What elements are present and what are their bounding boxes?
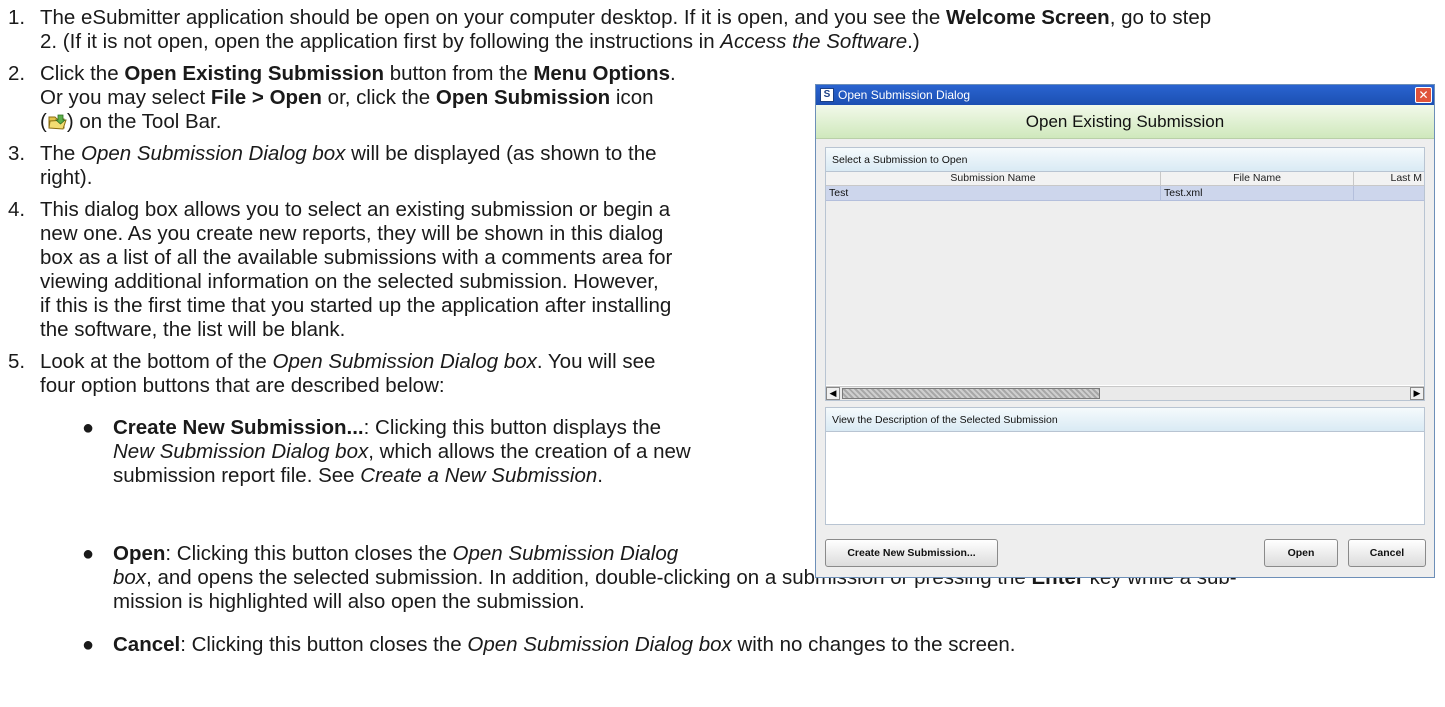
list-empty-area: [826, 201, 1424, 385]
text: 2. (If it is not open, open the applicat…: [40, 30, 721, 53]
emphasis-new-dialog: New Submission Dialog box: [113, 440, 369, 463]
text: submission report file. See: [113, 464, 361, 487]
table-row[interactable]: Test Test.xml: [826, 186, 1424, 201]
text: : Clicking this button closes the: [165, 542, 453, 565]
cell-submission-name: Test: [826, 186, 1161, 201]
step-number: 2.: [8, 62, 26, 85]
emphasis-dialog-box: Open Submission Dialog box: [272, 350, 537, 373]
text: icon: [610, 86, 654, 109]
cancel-button[interactable]: Cancel: [1348, 539, 1426, 567]
text: : Clicking this button closes the: [180, 633, 468, 656]
description-panel: View the Description of the Selected Sub…: [825, 407, 1425, 525]
dialog-title-bar: S Open Submission Dialog ✕: [816, 85, 1434, 105]
text: The: [40, 142, 82, 165]
emphasis-box: box: [113, 566, 147, 589]
text: The eSubmitter application should be ope…: [40, 6, 946, 29]
emphasis-welcome-screen: Welcome Screen: [945, 6, 1110, 29]
emphasis-menu-options: Menu Options: [533, 62, 670, 85]
table-header: Submission Name File Name Last M: [826, 172, 1424, 186]
step-number: 5.: [8, 350, 26, 373]
column-header-last-modified[interactable]: Last M: [1354, 172, 1424, 186]
emphasis-dialog-box: Open Submission Dialog: [452, 542, 679, 565]
dialog-header: Open Existing Submission: [816, 105, 1434, 139]
bullet-3-line-1: Cancel: Clicking this button closes the …: [113, 633, 1016, 657]
description-panel-title: View the Description of the Selected Sub…: [826, 408, 1424, 432]
cell-file-name: Test.xml: [1161, 186, 1354, 201]
column-header-file-name[interactable]: File Name: [1161, 172, 1354, 186]
open-submission-dialog: S Open Submission Dialog ✕ Open Existing…: [815, 84, 1435, 578]
emphasis-create-new: Create New Submission...: [113, 416, 364, 439]
horizontal-scrollbar[interactable]: ◀ ▶: [826, 386, 1424, 400]
step-3-line-2: right).: [40, 166, 93, 189]
emphasis-dialog-box: Open Submission Dialog box: [81, 142, 346, 165]
emphasis-dialog-box: Open Submission Dialog box: [467, 633, 732, 656]
text: button from the: [384, 62, 534, 85]
link-create-new-submission: Create a New Submission: [360, 464, 598, 487]
step-2-line-2: Or you may select File > Open or, click …: [40, 86, 654, 110]
text: : Clicking this button displays the: [363, 416, 662, 439]
text: .): [907, 30, 920, 53]
open-button[interactable]: Open: [1264, 539, 1338, 567]
description-text-area[interactable]: [826, 432, 1424, 524]
text: will be displayed (as shown to the: [345, 142, 657, 165]
bullet-1-line-1: Create New Submission...: Clicking this …: [113, 416, 661, 440]
app-icon: S: [820, 88, 834, 102]
text: ) on the Tool Bar.: [66, 110, 222, 133]
text: .: [597, 464, 603, 487]
cell-last-modified: [1354, 186, 1424, 201]
emphasis-open-existing-submission: Open Existing Submission: [124, 62, 385, 85]
step-5-line-1: Look at the bottom of the Open Submissio…: [40, 350, 655, 374]
step-4-line: box as a list of all the available submi…: [40, 246, 673, 269]
text: or, click the: [321, 86, 436, 109]
step-number: 1.: [8, 6, 26, 29]
text: .: [669, 62, 676, 85]
bullet-dot: ●: [82, 634, 95, 656]
step-4-line: new one. As you create new reports, they…: [40, 222, 664, 245]
emphasis-cancel: Cancel: [113, 633, 181, 656]
step-3-line-1: The Open Submission Dialog box will be d…: [40, 142, 657, 166]
text: Or you may select: [40, 86, 211, 109]
step-1-line-2: 2. (If it is not open, open the applicat…: [40, 30, 920, 54]
text: Click the: [40, 62, 125, 85]
emphasis-file-open: File > Open: [210, 86, 322, 109]
scroll-right-icon[interactable]: ▶: [1410, 387, 1424, 400]
open-submission-folder-icon: [47, 113, 67, 131]
bullet-dot: ●: [82, 417, 95, 439]
step-2-line-3: ( ) on the Tool Bar.: [40, 110, 221, 134]
scroll-left-icon[interactable]: ◀: [826, 387, 840, 400]
text: , which allows the creation of a new: [368, 440, 691, 463]
step-4-line: the software, the list will be blank.: [40, 318, 346, 341]
step-number: 4.: [8, 198, 26, 221]
text: . You will see: [536, 350, 656, 373]
step-1-line-1: The eSubmitter application should be ope…: [40, 6, 1211, 30]
link-access-the-software: Access the Software: [720, 30, 908, 53]
text: with no changes to the screen.: [731, 633, 1016, 656]
scrollbar-thumb[interactable]: [842, 388, 1100, 399]
emphasis-open: Open: [113, 542, 166, 565]
text: (: [40, 110, 47, 133]
step-5-line-2: four option buttons that are described b…: [40, 374, 445, 397]
text: , go to step: [1109, 6, 1212, 29]
step-4-line: viewing additional information on the se…: [40, 270, 659, 293]
bullet-2-line-1: Open: Clicking this button closes the Op…: [113, 542, 678, 566]
text: Look at the bottom of the: [40, 350, 273, 373]
create-new-submission-button[interactable]: Create New Submission...: [825, 539, 998, 567]
dialog-title: Open Submission Dialog: [838, 88, 971, 102]
bullet-2-line-3: mission is highlighted will also open th…: [113, 590, 585, 613]
column-header-submission-name[interactable]: Submission Name: [826, 172, 1161, 186]
submission-list-panel: Select a Submission to Open Submission N…: [825, 147, 1425, 401]
step-4-line: This dialog box allows you to select an …: [40, 198, 671, 221]
step-4-line: if this is the first time that you start…: [40, 294, 672, 317]
list-panel-title: Select a Submission to Open: [826, 148, 1424, 172]
close-icon[interactable]: ✕: [1415, 87, 1432, 103]
bullet-1-line-2: New Submission Dialog box, which allows …: [113, 440, 691, 464]
step-number: 3.: [8, 142, 26, 165]
bullet-dot: ●: [82, 543, 95, 565]
bullet-1-line-3: submission report file. See Create a New…: [113, 464, 603, 488]
emphasis-open-submission: Open Submission: [435, 86, 611, 109]
step-2-line-1: Click the Open Existing Submission butto…: [40, 62, 676, 86]
